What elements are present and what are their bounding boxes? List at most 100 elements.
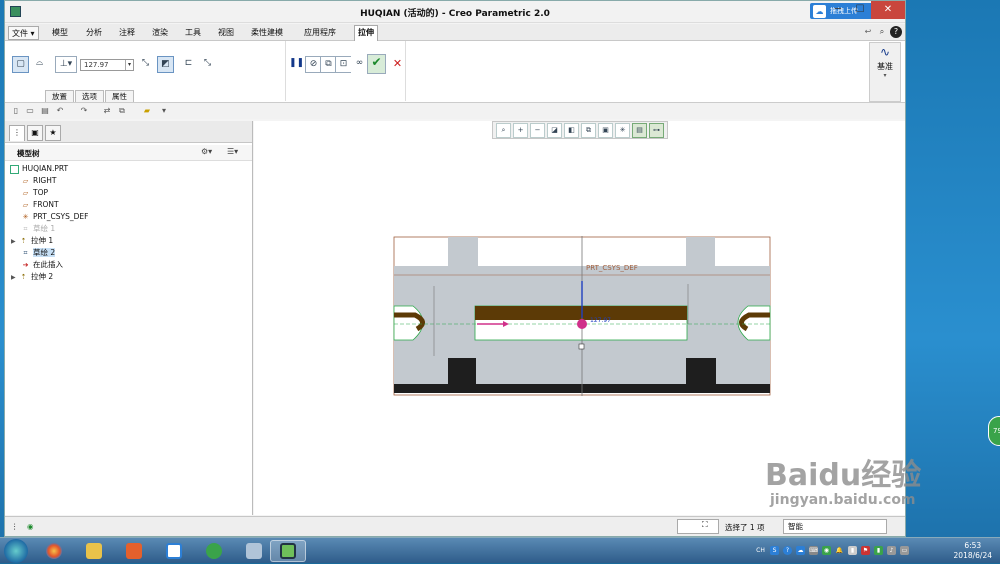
tray-s-icon[interactable]: S bbox=[770, 546, 779, 555]
tab-render[interactable]: 渲染 bbox=[149, 26, 171, 40]
redo-icon[interactable]: ↷ bbox=[79, 106, 89, 116]
subtab-properties[interactable]: 属性 bbox=[105, 90, 134, 102]
saved-views-icon[interactable]: ⧉ bbox=[581, 123, 596, 138]
minimize-button[interactable]: ─ bbox=[827, 1, 849, 19]
favorites-icon[interactable]: ★ bbox=[45, 125, 61, 141]
windows-icon[interactable]: ⧉ bbox=[117, 106, 127, 116]
verify-icon[interactable]: ⊡ bbox=[335, 56, 352, 73]
datum-display-icon[interactable]: ✳ bbox=[615, 123, 630, 138]
tree-show-icon[interactable]: ☰▾ bbox=[227, 147, 238, 156]
solid-icon[interactable]: ▢ bbox=[12, 56, 29, 73]
browser-toggle-icon[interactable]: ◉ bbox=[27, 522, 34, 531]
refit-icon[interactable]: ⌕ bbox=[496, 123, 511, 138]
search-icon[interactable]: ⌕ bbox=[876, 26, 888, 38]
thicken-icon[interactable]: ⊏ bbox=[180, 56, 197, 73]
taskbar-explorer-icon[interactable] bbox=[76, 540, 112, 562]
expand-icon[interactable]: ▶ bbox=[11, 272, 19, 284]
chevron-down-icon[interactable]: ▾ bbox=[125, 60, 133, 70]
taskbar-360-icon[interactable] bbox=[196, 540, 232, 562]
tree-item-insert-here[interactable]: ➔ 在此插入 bbox=[21, 259, 63, 271]
expand-icon[interactable]: ▶ bbox=[11, 236, 19, 248]
taskbar-creo-icon[interactable] bbox=[270, 540, 306, 562]
side-bubble[interactable]: 79 bbox=[988, 416, 1000, 446]
status-bar: ⋮ ◉ ⛶ 选择了 1 项 智能 bbox=[5, 516, 905, 536]
tray-360-icon[interactable]: ◉ bbox=[822, 546, 831, 555]
taskbar-browser-icon[interactable] bbox=[36, 540, 72, 562]
regenerate-icon[interactable]: ⇄ bbox=[102, 106, 112, 116]
tree-item-sketch1[interactable]: ⌗ 草绘 1 bbox=[21, 223, 56, 235]
depth-value: 127.97 bbox=[84, 61, 109, 69]
tray-flag-icon[interactable]: ⚑ bbox=[861, 546, 870, 555]
tree-item-top[interactable]: ▱ TOP bbox=[21, 187, 48, 199]
flip-direction-icon[interactable]: ⤡ bbox=[137, 56, 154, 73]
datum-group[interactable]: ∿ 基准 ▾ bbox=[869, 42, 901, 102]
annotation-display-icon[interactable]: ▤ bbox=[632, 123, 647, 138]
tray-volume-icon[interactable]: ♪ bbox=[887, 546, 896, 555]
taskbar-baidu-cloud-icon[interactable] bbox=[156, 540, 192, 562]
tab-model[interactable]: 模型 bbox=[49, 26, 71, 40]
subtab-placement[interactable]: 放置 bbox=[45, 90, 74, 102]
tray-display-icon[interactable]: ▭ bbox=[900, 546, 909, 555]
close-button[interactable]: ✕ bbox=[871, 1, 905, 19]
tab-applications[interactable]: 应用程序 bbox=[301, 26, 339, 40]
tray-battery-icon[interactable]: ▮ bbox=[874, 546, 883, 555]
pause-icon[interactable]: ❚❚ bbox=[288, 56, 305, 73]
undo-icon[interactable]: ↶ bbox=[55, 106, 65, 116]
depth-input[interactable]: 127.97 ▾ bbox=[80, 59, 134, 71]
tray-keyboard-icon[interactable]: ⌨ bbox=[809, 546, 818, 555]
tree-item-extrude2[interactable]: ▶ ⇡ 拉伸 2 bbox=[11, 271, 53, 283]
tree-item-right[interactable]: ▱ RIGHT bbox=[21, 175, 57, 187]
tree-item-front[interactable]: ▱ FRONT bbox=[21, 199, 59, 211]
tray-bell-icon[interactable]: 🔔 bbox=[835, 546, 844, 555]
save-icon[interactable]: ▤ bbox=[40, 106, 50, 116]
start-button[interactable] bbox=[4, 539, 28, 563]
tray-help-icon[interactable]: ? bbox=[783, 546, 792, 555]
filter-tool-icon[interactable]: ⛶ bbox=[677, 519, 719, 534]
taskbar-paint-icon[interactable] bbox=[236, 540, 272, 562]
tab-tools[interactable]: 工具 bbox=[182, 26, 204, 40]
display-style-icon[interactable]: ◧ bbox=[564, 123, 579, 138]
subtab-options[interactable]: 选项 bbox=[75, 90, 104, 102]
tray-network-icon[interactable]: ▮ bbox=[848, 546, 857, 555]
depth-option-icon[interactable]: ⊥▾ bbox=[55, 56, 77, 73]
undock-icon[interactable]: ↩ bbox=[862, 26, 874, 38]
taskbar-media-icon[interactable] bbox=[116, 540, 152, 562]
repaint-icon[interactable]: ◪ bbox=[547, 123, 562, 138]
maximize-button[interactable]: ☐ bbox=[849, 1, 871, 19]
tab-view[interactable]: 视图 bbox=[215, 26, 237, 40]
nav-toggle-icon[interactable]: ⋮ bbox=[11, 522, 19, 531]
tree-item-part[interactable]: HUQIAN.PRT bbox=[10, 163, 68, 175]
surface-icon[interactable]: ⌓ bbox=[31, 56, 48, 73]
selection-filter[interactable]: 智能 bbox=[783, 519, 887, 534]
open-icon[interactable]: ▭ bbox=[25, 106, 35, 116]
glasses-icon[interactable]: ∞ bbox=[351, 56, 368, 73]
help-icon[interactable]: ? bbox=[890, 26, 902, 38]
part-model[interactable]: PRT_CSYS_DEF 127.97 bbox=[393, 236, 773, 398]
graphics-window[interactable]: ⌕ + − ◪ ◧ ⧉ ▣ ✳ ▤ ⊶ PRT_CSYS_DEF 127.97 bbox=[254, 121, 905, 515]
flip-side-icon[interactable]: ⤡ bbox=[199, 56, 216, 73]
clock[interactable]: 6:53 2018/6/24 bbox=[954, 541, 992, 561]
menu-file[interactable]: 文件 ▾ bbox=[8, 26, 39, 40]
customize-icon[interactable]: ▾ bbox=[159, 106, 169, 116]
tab-flexible-modeling[interactable]: 柔性建模 bbox=[248, 26, 286, 40]
tray-cloud-icon[interactable]: ☁ bbox=[796, 546, 805, 555]
tree-item-csys[interactable]: ✳ PRT_CSYS_DEF bbox=[21, 211, 89, 223]
tab-extrude[interactable]: 拉伸 bbox=[354, 25, 378, 41]
cancel-icon[interactable]: ✕ bbox=[389, 56, 406, 73]
sketch-display-icon[interactable]: ⊶ bbox=[649, 123, 664, 138]
zoom-out-icon[interactable]: − bbox=[530, 123, 545, 138]
view-manager-icon[interactable]: ▣ bbox=[598, 123, 613, 138]
tree-item-sketch2[interactable]: ⌗ 草绘 2 bbox=[21, 247, 56, 259]
zoom-in-icon[interactable]: + bbox=[513, 123, 528, 138]
new-icon[interactable]: ▯ bbox=[11, 106, 21, 116]
language-indicator[interactable]: CH bbox=[756, 546, 765, 555]
tree-item-extrude1[interactable]: ▶ ⇡ 拉伸 1 bbox=[11, 235, 53, 247]
tree-settings-icon[interactable]: ⚙▾ bbox=[201, 147, 212, 156]
tab-annotate[interactable]: 注释 bbox=[116, 26, 138, 40]
confirm-icon[interactable]: ✔ bbox=[367, 54, 386, 74]
tab-analysis[interactable]: 分析 bbox=[83, 26, 105, 40]
folder-icon[interactable]: ▰ bbox=[142, 106, 152, 116]
remove-material-icon[interactable]: ◩ bbox=[157, 56, 174, 73]
model-tree-tab-icon[interactable]: ⋮ bbox=[9, 125, 25, 141]
folder-browser-icon[interactable]: ▣ bbox=[27, 125, 43, 141]
